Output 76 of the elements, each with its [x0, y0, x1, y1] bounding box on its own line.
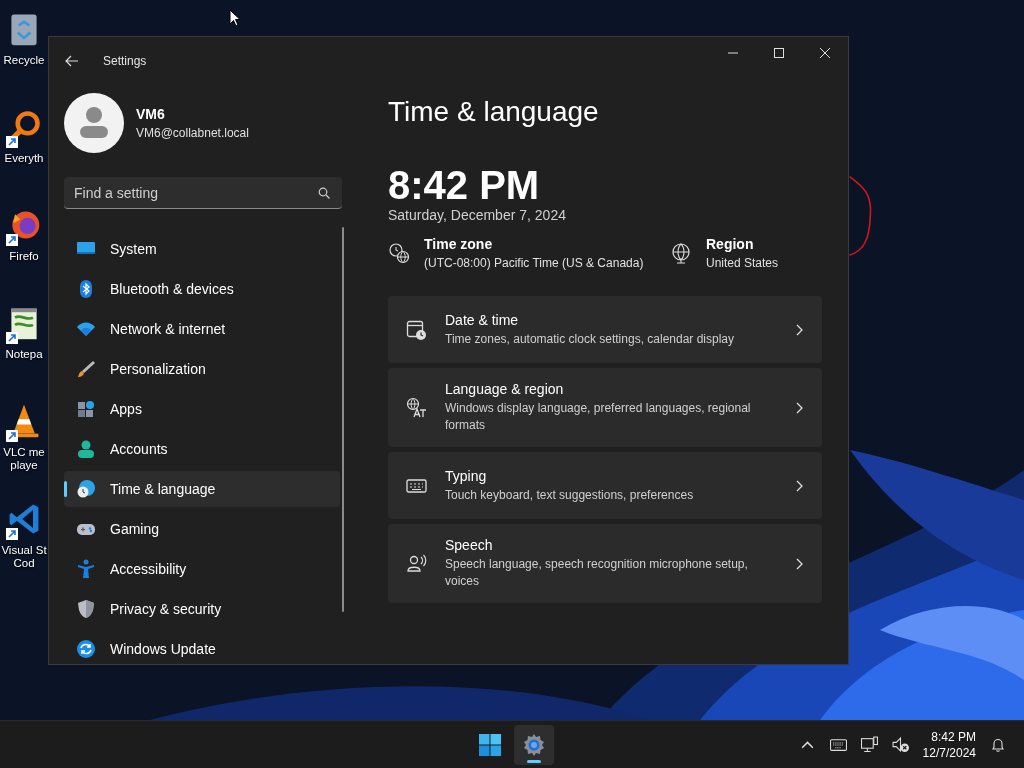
- muted-speaker-icon[interactable]: [891, 736, 909, 753]
- clock-globe-icon: [388, 242, 410, 264]
- nav-item[interactable]: Accounts: [64, 431, 340, 467]
- chevron-right-icon: [795, 323, 804, 336]
- card-description: Windows display language, preferred languages, regional formats: [445, 400, 752, 434]
- info-value: (UTC-08:00) Pacific Time (US & Canada): [424, 256, 644, 270]
- desktop-icon-label[interactable]: Firefo: [9, 250, 39, 263]
- taskbar-app[interactable]: [514, 725, 554, 765]
- card-title: Date & time: [445, 311, 520, 328]
- info-label: Time zone: [424, 236, 494, 252]
- apps-icon: [76, 399, 96, 419]
- nav-item[interactable]: Windows Update: [64, 631, 340, 664]
- current-time: 8:42 PM: [388, 163, 541, 207]
- card-title: Language & region: [445, 381, 565, 397]
- pointer-icon: [229, 9, 241, 27]
- brush-icon: [76, 359, 96, 379]
- nav-item[interactable]: Gaming: [64, 511, 340, 547]
- settings-card[interactable]: Typing Touch keyboard, text suggestions, preferences: [388, 452, 822, 519]
- calendar-clock-icon: [406, 319, 427, 340]
- info-label: Region: [706, 236, 755, 252]
- shield-icon: [76, 599, 96, 619]
- clock[interactable]: 8:42 PM 12/7/2024: [922, 729, 976, 760]
- back-arrow-icon: [65, 55, 79, 67]
- nav-item[interactable]: System: [64, 231, 340, 267]
- nav-item[interactable]: Network & internet: [64, 311, 340, 347]
- nav-item[interactable]: Bluetooth & devices: [64, 271, 340, 307]
- settings-card[interactable]: Speech Speech language, speech recognition microphone setup, voices: [388, 524, 822, 603]
- search-field[interactable]: Find a setting: [64, 177, 342, 209]
- window-title: Settings: [103, 54, 147, 68]
- nav-item[interactable]: Privacy & security: [64, 591, 340, 627]
- settings-card[interactable]: Language & region Windows display language, preferred languages, regional formats: [388, 368, 822, 447]
- avatar-icon: [64, 93, 124, 153]
- chevron-right-icon: [795, 479, 804, 492]
- shortcut-arrow-icon: [6, 528, 18, 540]
- maximize-icon: [774, 48, 784, 58]
- current-date: Saturday, December 7, 2024: [388, 207, 567, 223]
- shortcut-arrow-icon: [6, 136, 18, 148]
- keyboard-icon[interactable]: [829, 736, 847, 753]
- chevron-right-icon: [795, 401, 804, 414]
- windows-logo-icon: [478, 733, 502, 757]
- desktop-icon-label[interactable]: VLC me playe: [3, 446, 45, 472]
- card-description: Speech language, speech recognition microphone setup, voices: [445, 556, 749, 590]
- user-email: VM6@collabnet.local: [136, 126, 249, 140]
- wired-network-icon[interactable]: [860, 736, 878, 753]
- shortcut-arrow-icon: [6, 332, 18, 344]
- gear-icon: [522, 733, 546, 757]
- chevron-right-icon: [795, 557, 804, 570]
- nav-item[interactable]: Apps: [64, 391, 340, 427]
- settings-card[interactable]: Date & time Time zones, automatic clock settings, calendar display: [388, 296, 822, 363]
- scrollbar[interactable]: [342, 227, 344, 612]
- card-description: Time zones, automatic clock settings, calendar display: [445, 330, 736, 348]
- user-name: VM6: [136, 106, 166, 122]
- accessibility-icon: [76, 559, 96, 579]
- card-title: Typing: [445, 467, 488, 484]
- shortcut-arrow-icon: [6, 234, 18, 246]
- nav-item[interactable]: Time & language: [64, 471, 340, 507]
- nav-item[interactable]: Personalization: [64, 351, 340, 387]
- speaking-person-icon: [406, 553, 427, 574]
- sync-icon: [76, 639, 96, 659]
- shortcut-arrow-icon: [6, 430, 18, 442]
- language-icon: [406, 397, 427, 418]
- desktop-icon-label[interactable]: Everyth: [4, 152, 44, 165]
- info-value: United States: [706, 256, 779, 270]
- person-icon: [76, 439, 96, 459]
- bell-icon[interactable]: [990, 736, 1006, 753]
- desktop-icon-label[interactable]: Recycle: [3, 54, 45, 67]
- desktop-icon-label[interactable]: Visual St Cod: [1, 544, 47, 570]
- search-icon: [318, 187, 330, 199]
- globe-icon: [670, 242, 692, 264]
- card-description: Touch keyboard, text suggestions, preferences: [445, 486, 695, 504]
- close-icon: [820, 48, 830, 58]
- card-title: Speech: [445, 537, 494, 553]
- desktop-icon-label[interactable]: Notepa: [5, 348, 43, 361]
- clock-globe-icon: [76, 479, 96, 499]
- page-title: Time & language: [388, 95, 600, 129]
- nav-item[interactable]: Accessibility: [64, 551, 340, 587]
